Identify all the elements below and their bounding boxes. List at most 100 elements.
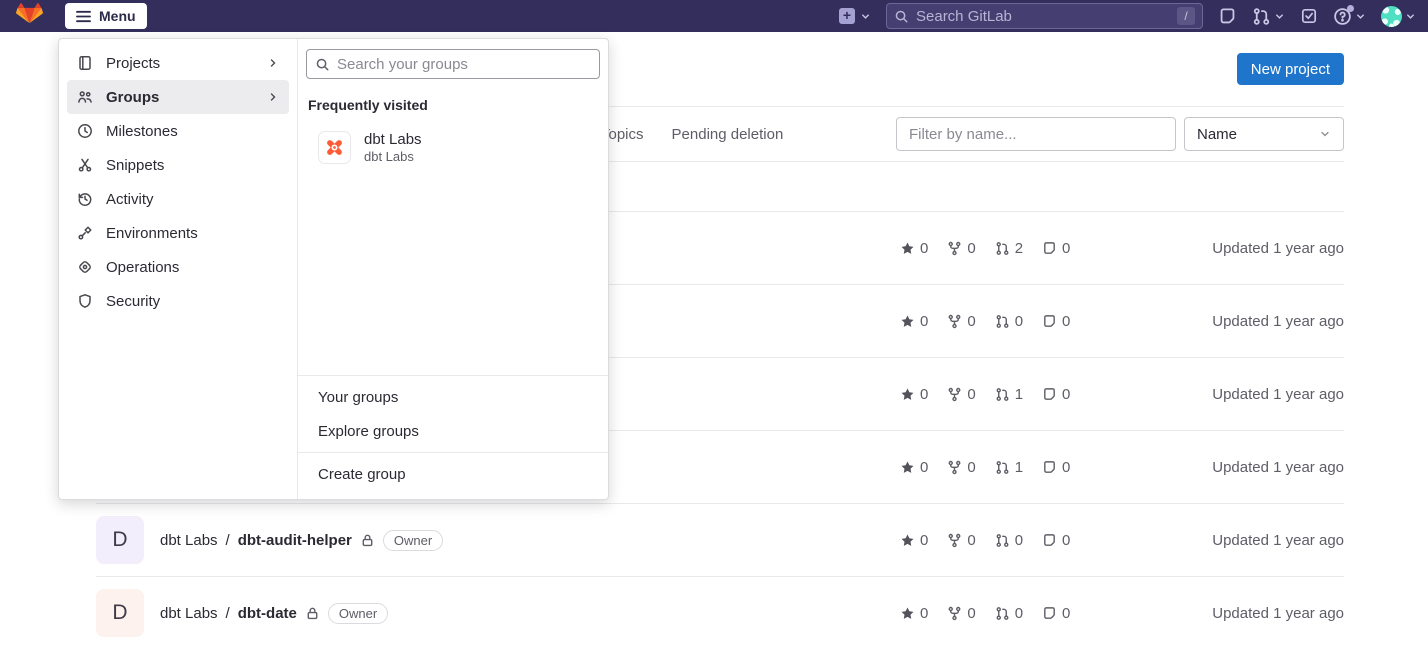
new-project-button[interactable]: New project [1237, 53, 1344, 85]
stars-stat[interactable]: 0 [900, 386, 928, 403]
chevron-down-icon [1319, 128, 1331, 140]
sort-select[interactable]: Name [1184, 117, 1344, 151]
forks-stat[interactable]: 0 [947, 313, 975, 330]
issues-stat[interactable]: 0 [1042, 605, 1070, 622]
stars-stat[interactable]: 0 [900, 240, 928, 257]
menu-item-milestones[interactable]: Milestones [67, 114, 289, 148]
fork-icon [947, 241, 962, 256]
issues-stat[interactable]: 0 [1042, 386, 1070, 403]
issues-icon[interactable] [1218, 7, 1237, 26]
issues-stat[interactable]: 0 [1042, 532, 1070, 549]
divider [298, 375, 608, 376]
stars-stat[interactable]: 0 [900, 459, 928, 476]
merge-requests-stat[interactable]: 0 [995, 313, 1023, 330]
menu-item-snippets[interactable]: Snippets [67, 148, 289, 182]
create-group-link[interactable]: Create group [298, 457, 608, 491]
project-info: D dbt Labs / dbt-date Owner [96, 589, 900, 637]
menu-item-label: Operations [106, 259, 179, 276]
table-row[interactable]: D dbt Labs / dbt-audit-helper Owner 0 0 … [96, 503, 1344, 576]
project-stats: 0 0 1 0 [900, 386, 1070, 403]
todo-icon[interactable] [1300, 7, 1318, 25]
menu-item-groups[interactable]: Groups [67, 80, 289, 114]
gitlab-logo-icon[interactable] [16, 3, 43, 29]
group-title: dbt Labs [364, 131, 422, 148]
menu-item-label: Security [106, 293, 160, 310]
menu-button-label: Menu [99, 8, 136, 24]
operations-icon [77, 259, 93, 275]
hamburger-icon [76, 10, 91, 23]
menu-item-activity[interactable]: Activity [67, 182, 289, 216]
chevron-down-icon [1405, 11, 1416, 22]
merge-request-icon [995, 241, 1010, 256]
star-icon [900, 387, 915, 402]
menu-item-environments[interactable]: Environments [67, 216, 289, 250]
forks-stat[interactable]: 0 [947, 605, 975, 622]
merge-requests-stat[interactable]: 1 [995, 459, 1023, 476]
menu-item-label: Activity [106, 191, 154, 208]
explore-groups-link[interactable]: Explore groups [298, 414, 608, 448]
forks-stat[interactable]: 0 [947, 459, 975, 476]
issues-stat[interactable]: 0 [1042, 459, 1070, 476]
menu-item-label: Milestones [106, 123, 178, 140]
merge-requests-dropdown[interactable] [1252, 7, 1285, 26]
issues-icon [1042, 241, 1057, 256]
forks-stat[interactable]: 0 [947, 386, 975, 403]
stars-stat[interactable]: 0 [900, 313, 928, 330]
fork-icon [947, 460, 962, 475]
project-stats: 0 0 0 0 [900, 532, 1070, 549]
tabs: Topics Pending deletion [601, 126, 783, 143]
lock-icon [360, 533, 375, 548]
merge-requests-stat[interactable]: 0 [995, 532, 1023, 549]
issues-icon [1042, 314, 1057, 329]
issues-stat[interactable]: 0 [1042, 313, 1070, 330]
filter-by-name-input[interactable] [896, 117, 1176, 151]
menu-item-label: Snippets [106, 157, 164, 174]
group-search-input[interactable] [337, 56, 591, 73]
shield-icon [77, 293, 93, 309]
groups-column: Frequently visited dbt Labs dbt Labs You… [298, 39, 608, 499]
forks-stat[interactable]: 0 [947, 532, 975, 549]
group-search-field[interactable] [306, 49, 600, 79]
star-icon [900, 606, 915, 621]
table-row[interactable]: D dbt Labs / dbt-date Owner 0 0 0 0 Upda… [96, 576, 1344, 649]
menu-item-projects[interactable]: Projects [67, 46, 289, 80]
project-namespace[interactable]: dbt Labs [160, 605, 218, 622]
lock-icon [305, 606, 320, 621]
fork-icon [947, 606, 962, 621]
project-name-link[interactable]: dbt-date [238, 605, 297, 622]
help-dropdown[interactable] [1333, 7, 1366, 26]
updated-timestamp: Updated 1 year ago [1212, 386, 1344, 403]
groups-icon [77, 89, 93, 105]
path-separator: / [226, 532, 230, 549]
global-search-input[interactable]: Search GitLab / [886, 3, 1203, 29]
project-icon [77, 55, 93, 71]
forks-stat[interactable]: 0 [947, 240, 975, 257]
merge-requests-stat[interactable]: 0 [995, 605, 1023, 622]
plus-icon: + [839, 8, 855, 24]
dbt-labs-logo-icon [318, 131, 351, 164]
panel-bottom-padding [298, 491, 608, 499]
stars-stat[interactable]: 0 [900, 532, 928, 549]
new-menu-dropdown[interactable]: + [839, 8, 871, 24]
menu-item-operations[interactable]: Operations [67, 250, 289, 284]
merge-requests-stat[interactable]: 2 [995, 240, 1023, 257]
project-namespace[interactable]: dbt Labs [160, 532, 218, 549]
list-item-dbt-labs-group[interactable]: dbt Labs dbt Labs [298, 127, 608, 168]
fork-icon [947, 387, 962, 402]
panel-spacer [298, 168, 608, 371]
user-menu-dropdown[interactable] [1381, 6, 1416, 27]
project-name-link[interactable]: dbt-audit-helper [238, 532, 352, 549]
menu-item-label: Groups [106, 89, 159, 106]
menu-item-security[interactable]: Security [67, 284, 289, 318]
avatar: D [96, 589, 144, 637]
your-groups-link[interactable]: Your groups [298, 380, 608, 414]
search-icon [315, 57, 330, 72]
chevron-right-icon [267, 57, 279, 69]
merge-request-icon [1252, 7, 1271, 26]
merge-requests-stat[interactable]: 1 [995, 386, 1023, 403]
tab-pending-deletion[interactable]: Pending deletion [672, 126, 784, 143]
clock-icon [77, 123, 93, 139]
stars-stat[interactable]: 0 [900, 605, 928, 622]
menu-button[interactable]: Menu [65, 3, 147, 29]
issues-stat[interactable]: 0 [1042, 240, 1070, 257]
